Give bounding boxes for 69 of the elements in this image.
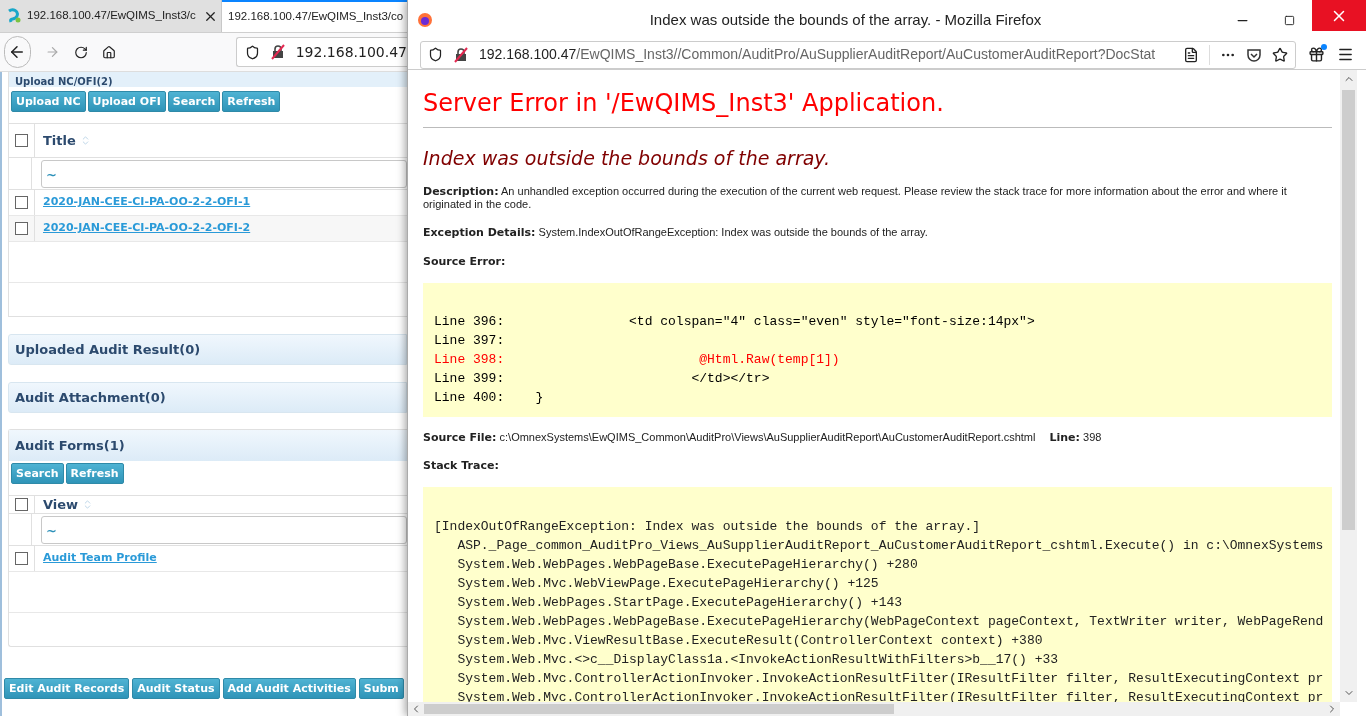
browser-logo-icon: [417, 12, 433, 28]
description-text: Description: An unhandled exception occurred during the execution of the current web request. Please review the stack trace for more information about the error and where it originated in the code.: [423, 184, 1287, 210]
exception-details-text: Exception Details: System.IndexOutOfRangeException: Index was outside the bounds of the array.: [423, 225, 928, 238]
checkbox[interactable]: [15, 134, 28, 147]
url-text: 192.168.100.47: [295, 42, 407, 62]
checkbox[interactable]: [15, 222, 28, 235]
menu-icon[interactable]: [1337, 46, 1354, 63]
section-label: Stack Trace:: [423, 458, 500, 474]
browser-tab[interactable]: 192.168.100.47/EwQIMS_Inst3/co: [222, 0, 407, 32]
section-header[interactable]: Audit Forms(1): [9, 430, 407, 461]
error-subheading: Index was outside the bounds of the array.: [423, 146, 832, 171]
insecure-lock-icon: [269, 44, 286, 60]
code-line: Line 396: <td colspan="4" class="even" style="font-size:14px">: [434, 312, 1035, 331]
action-button[interactable]: Edit Audit Records: [4, 678, 130, 699]
address-bar[interactable]: 192.168.100.47: [235, 37, 407, 67]
tab-title: 192.168.100.47/EwQIMS_Inst3/co: [228, 9, 404, 25]
code-line: Line 397:: [434, 331, 505, 350]
action-button[interactable]: Upload NC: [11, 91, 86, 112]
insecure-lock-icon: [453, 46, 469, 63]
url-text: 192.168.100.47/EwQIMS_Inst3//Common/AuditPro/AuSupplierAuditReport/AuCustomerAuditReport?DocStat: [479, 45, 1156, 64]
site-logo-icon: [6, 8, 22, 24]
section-header[interactable]: Audit Attachment(0): [8, 382, 407, 413]
checkbox[interactable]: [15, 498, 28, 511]
column-header[interactable]: View: [43, 494, 79, 515]
record-link[interactable]: 2020-JAN-CEE-CI-PA-OO-2-2-OFI-1: [43, 194, 251, 211]
stack-trace-line: [IndexOutOfRangeException: Index was outside the bounds of the array.]: [434, 517, 981, 536]
stack-trace-line: System.Web.Mvc.ViewResultBase.ExecuteResult(ControllerContext context) +380: [456, 631, 1043, 650]
code-line: Line 398: @Html.Raw(temp[1]): [434, 350, 840, 369]
maximize-icon[interactable]: [1284, 14, 1295, 26]
browser-tab[interactable]: 192.168.100.47/EwQIMS_Inst3/c: [0, 0, 222, 32]
error-heading: Server Error in '/EwQIMS_Inst3' Application.: [423, 88, 945, 118]
stack-trace-line: System.Web.Mvc.ControllerActionInvoker.InvokeActionResultFilter(IResultFilter filter, ResultExecutingContext pr: [456, 669, 1324, 688]
checkbox[interactable]: [15, 196, 28, 209]
stack-trace-line: System.Web.Mvc.WebViewPage.ExecutePageHierarchy() +125: [456, 574, 879, 593]
action-button[interactable]: Upload OFI: [87, 91, 166, 112]
stack-trace-line: System.Web.WebPages.WebPageBase.ExecutePageHierarchy() +280: [456, 555, 918, 574]
reader-view-icon[interactable]: [1183, 46, 1199, 63]
gift-icon[interactable]: [1308, 46, 1325, 63]
source-file-text: Source File: c:\OmnexSystems\EwQIMS_Common\AuditPro\Views\AuSupplierAuditReport\AuCustomerAuditReport.cshtml: [423, 429, 1036, 446]
window-title: Index was outside the bounds of the array. - Mozilla Firefox: [648, 9, 1043, 30]
bookmark-star-icon[interactable]: [1272, 46, 1288, 63]
section-label: Source Error:: [423, 254, 507, 270]
code-line: Line 399: </td></tr>: [434, 369, 770, 388]
column-header[interactable]: Title: [43, 130, 76, 151]
stack-trace-line: ASP._Page_common_AuditPro_Views_AuSupplierAuditReport_AuCustomerAuditReport_cshtml.Execute() in c:\OmnexSystems: [456, 536, 1324, 555]
tab-title: 192.168.100.47/EwQIMS_Inst3/c: [27, 8, 196, 24]
stack-trace-line: System.Web.WebPages.WebPageBase.ExecutePageHierarchy(WebPageContext pageContext, TextWriter writer, WebPageRend: [456, 612, 1324, 631]
filter-field[interactable]: ~: [41, 160, 407, 188]
action-button[interactable]: Add Audit Activities: [222, 678, 356, 699]
address-bar[interactable]: 192.168.100.47/EwQIMS_Inst3//Common/AuditPro/AuSupplierAuditReport/AuCustomerAuditReport?DocStat: [420, 40, 1296, 69]
line-number-text: Line: 398: [1049, 429, 1102, 446]
stack-trace-line: System.Web.Mvc.<>c__DisplayClass1a.<InvokeActionResultWithFilters>b__17() +33: [456, 650, 1059, 669]
stack-trace-line: System.Web.WebPages.StartPage.ExecutePageHierarchy() +143: [456, 593, 903, 612]
action-button[interactable]: Refresh: [222, 91, 281, 112]
action-button[interactable]: Subm: [358, 678, 404, 699]
action-button[interactable]: Search: [11, 463, 64, 484]
shield-icon[interactable]: [244, 44, 260, 60]
shield-icon[interactable]: [428, 47, 443, 62]
action-button[interactable]: Audit Status: [132, 678, 220, 699]
action-button[interactable]: Search: [167, 91, 221, 112]
checkbox[interactable]: [15, 552, 28, 565]
filter-field[interactable]: ~: [41, 516, 407, 544]
home-icon[interactable]: [101, 43, 116, 61]
section-header[interactable]: Uploaded Audit Result(0): [8, 334, 407, 365]
record-link[interactable]: Audit Team Profile: [43, 550, 157, 567]
action-button[interactable]: Refresh: [65, 463, 124, 484]
pocket-icon[interactable]: [1246, 46, 1262, 63]
section-title: Upload NC/OFI(2): [15, 76, 113, 87]
code-line: Line 400: }: [434, 388, 544, 407]
